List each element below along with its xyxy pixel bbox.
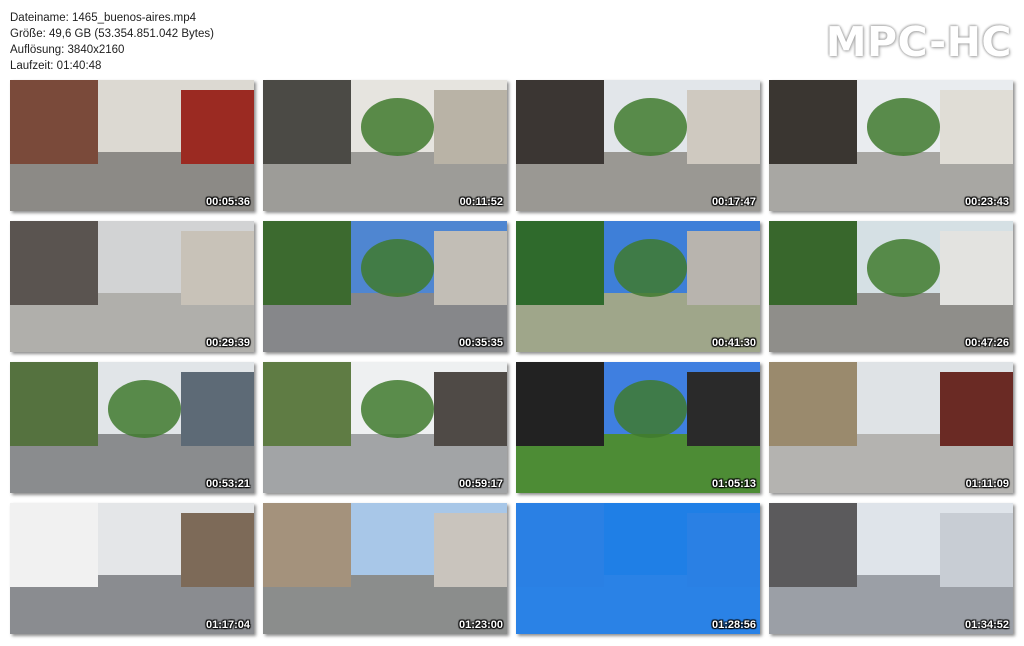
thumbnail-timestamp: 00:23:43 [964,196,1009,208]
thumbnail-scene [263,221,507,352]
thumbnail-timestamp: 01:17:04 [205,619,250,631]
thumbnail-scene [263,362,507,493]
thumbnail-scene [10,503,254,634]
thumbnail-scene [516,362,760,493]
thumbnail: 00:53:21 [10,362,254,493]
thumbnail: 00:41:30 [516,221,760,352]
thumbnail-scene [263,80,507,211]
thumbnail-timestamp: 00:35:35 [458,337,503,349]
file-resolution: Auflösung: 3840x2160 [10,44,125,56]
thumbnail-scene [769,80,1013,211]
thumbnail-timestamp: 00:11:52 [459,196,503,208]
thumbnail-timestamp: 00:29:39 [205,337,250,349]
file-size: Größe: 49,6 GB (53.354.851.042 Bytes) [10,28,214,40]
thumbnail-scene [769,221,1013,352]
thumbnail-scene [516,221,760,352]
thumbnail-timestamp: 01:34:52 [964,619,1009,631]
thumbnail: 01:05:13 [516,362,760,493]
thumbnail-timestamp: 00:59:17 [458,478,503,490]
thumbnail: 01:17:04 [10,503,254,634]
thumbnail-scene [263,503,507,634]
thumbnail-grid: 00:05:36 00:11:52 00:17:47 00:23:43 00:29:39… [10,80,1013,634]
thumbnail: 01:34:52 [769,503,1013,634]
thumbnail-timestamp: 01:28:56 [711,619,756,631]
thumbnail-timestamp: 00:05:36 [205,196,250,208]
thumbnail: 00:05:36 [10,80,254,211]
thumbnail: 00:59:17 [263,362,507,493]
thumbnail-timestamp: 01:05:13 [711,478,756,490]
thumbnail-timestamp: 01:23:00 [458,619,503,631]
thumbnail-timestamp: 00:41:30 [711,337,756,349]
thumbnail-scene [10,221,254,352]
thumbnail-scene [516,80,760,211]
mpc-hc-logo: MPC-HC [825,18,1012,66]
thumbnail-timestamp: 00:53:21 [205,478,250,490]
thumbnail-scene [516,503,760,634]
thumbnail-timestamp: 00:47:26 [964,337,1009,349]
thumbnail-scene [769,362,1013,493]
file-info: Dateiname: 1465_buenos-aires.mp4 Größe: … [10,10,214,74]
thumbnail: 00:23:43 [769,80,1013,211]
thumbnail: 00:47:26 [769,221,1013,352]
thumbnail-timestamp: 00:17:47 [711,196,756,208]
thumbnail-scene [769,503,1013,634]
file-duration: Laufzeit: 01:40:48 [10,60,102,72]
thumbnail-scene [10,362,254,493]
thumbnail-scene [10,80,254,211]
thumbnail: 00:11:52 [263,80,507,211]
thumbnail-timestamp: 01:11:09 [965,478,1009,490]
thumbnail: 00:29:39 [10,221,254,352]
file-name: Dateiname: 1465_buenos-aires.mp4 [10,12,197,24]
thumbnail: 00:17:47 [516,80,760,211]
thumbnail: 01:23:00 [263,503,507,634]
thumbnail: 01:28:56 [516,503,760,634]
thumbnail: 00:35:35 [263,221,507,352]
thumbnail: 01:11:09 [769,362,1013,493]
